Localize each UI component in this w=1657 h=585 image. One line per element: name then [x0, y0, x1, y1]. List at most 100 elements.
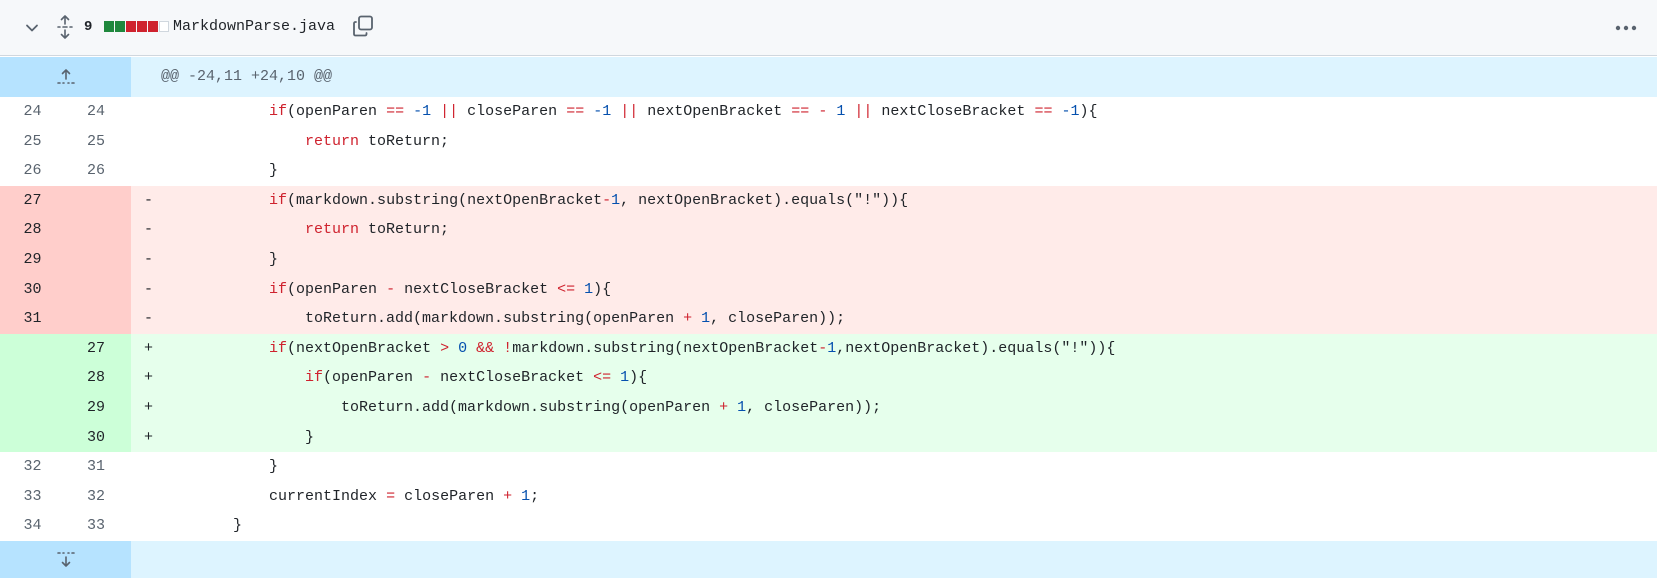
code-token: <=	[557, 280, 576, 298]
code-token: nextOpenBracket	[638, 103, 792, 120]
diffstat-neutral-block	[159, 21, 169, 32]
code-token: 1	[620, 369, 630, 387]
code-token: nextCloseBracket	[395, 280, 558, 298]
old-line-number[interactable]: 28	[0, 215, 66, 245]
new-line-number[interactable]: 25	[65, 126, 131, 157]
code-token: -	[818, 339, 828, 357]
new-line-number[interactable]: 33	[65, 511, 131, 541]
old-line-number[interactable]	[0, 333, 66, 364]
deleted-line-row: 27 - if(markdown.substring(nextOpenBracke…	[0, 185, 1657, 216]
new-line-number[interactable]	[65, 274, 131, 305]
diff-marker	[131, 127, 159, 157]
new-line-number[interactable]	[65, 215, 131, 245]
code-token: }	[269, 458, 279, 476]
expand-up-button[interactable]	[0, 57, 131, 97]
diff-marker: -	[144, 250, 154, 268]
new-line-number[interactable]: 26	[65, 156, 131, 186]
code-token: ,nextOpenBracket).equals("!")){	[836, 339, 1116, 357]
new-line-number[interactable]: 31	[65, 452, 131, 482]
code-line: return toReturn;	[159, 127, 1657, 157]
context-line-row: 34 33 }	[0, 511, 1657, 541]
code-token: , closeParen));	[710, 310, 846, 328]
new-line-number[interactable]: 30	[65, 422, 131, 453]
code-token: (openParen	[287, 103, 387, 120]
new-line-number[interactable]: 32	[65, 481, 131, 512]
code-token: if	[269, 191, 288, 209]
code-token: nextCloseBracket	[872, 103, 1035, 120]
old-line-number[interactable]: 30	[0, 274, 66, 305]
code-token: +	[683, 310, 693, 328]
old-line-number[interactable]: 24	[0, 97, 66, 127]
context-line-row: 32 31 }	[0, 452, 1657, 482]
context-line-row: 25 25 return toReturn;	[0, 126, 1657, 157]
new-line-number[interactable]	[65, 304, 131, 334]
code-token: }	[305, 428, 315, 446]
diff-table: @@ -24,11 +24,10 @@ 24 24 if(openParen ==…	[0, 57, 1657, 578]
new-line-number[interactable]	[65, 185, 131, 216]
expand-down-button[interactable]	[0, 540, 131, 578]
new-line-number[interactable]: 29	[65, 392, 131, 423]
old-line-number[interactable]: 31	[0, 304, 66, 334]
code-token: return	[305, 132, 360, 150]
copy-path-button[interactable]	[351, 14, 375, 38]
new-line-number[interactable]	[65, 244, 131, 275]
code-token: -1	[1061, 103, 1080, 120]
code-token: toReturn;	[359, 221, 450, 239]
code-token: closeParen	[395, 487, 504, 505]
diff-marker: -	[144, 221, 154, 239]
code-token: ==	[791, 103, 810, 120]
added-line-row: 27 + if(nextOpenBracket > 0 && !markdown.…	[0, 333, 1657, 364]
diff-marker	[131, 452, 159, 482]
code-token: ){	[629, 369, 648, 387]
code-line: if(openParen == -1 || closeParen == -1 |…	[159, 97, 1657, 127]
old-line-number[interactable]: 34	[0, 511, 66, 541]
code-token: (openParen	[287, 280, 387, 298]
copy-icon	[353, 15, 373, 37]
code-token: 1	[584, 280, 594, 298]
old-line-number[interactable]: 32	[0, 452, 66, 482]
new-line-number[interactable]: 27	[65, 333, 131, 364]
old-line-number[interactable]	[0, 422, 66, 453]
code-token: <=	[593, 369, 612, 387]
code-token: ||	[440, 103, 459, 120]
code-line: currentIndex = closeParen + 1;	[159, 482, 1657, 512]
code-token: -	[422, 369, 432, 387]
code-token: if	[269, 339, 288, 357]
code-line: return toReturn;	[159, 215, 1657, 245]
file-name[interactable]: MarkdownParse.java	[173, 17, 335, 37]
code-token: 0	[458, 339, 468, 357]
collapse-file-button[interactable]	[20, 16, 44, 40]
diff-marker: -	[144, 191, 154, 209]
old-line-number[interactable]	[0, 363, 66, 393]
old-line-number[interactable]: 27	[0, 185, 66, 216]
new-line-number[interactable]: 28	[65, 363, 131, 393]
hunk-header: @@ -24,11 +24,10 @@	[161, 68, 333, 85]
diff-marker	[131, 156, 159, 186]
old-line-number[interactable]: 26	[0, 156, 66, 186]
code-token: >	[440, 339, 450, 357]
code-token: if	[269, 103, 288, 120]
expand-all-button[interactable]	[54, 13, 76, 41]
old-line-number[interactable]: 25	[0, 126, 66, 157]
new-line-number[interactable]: 24	[65, 97, 131, 127]
more-options-button[interactable]	[1612, 16, 1640, 40]
old-line-number[interactable]: 29	[0, 244, 66, 275]
added-line-row: 28 + if(openParen - nextCloseBracket <= 1…	[0, 363, 1657, 393]
old-line-number[interactable]: 33	[0, 481, 66, 512]
diffstat-del-block	[126, 21, 136, 32]
old-line-number[interactable]	[0, 392, 66, 423]
fold-down-icon	[56, 552, 75, 568]
code-line: toReturn.add(markdown.substring(openPare…	[159, 393, 1657, 423]
